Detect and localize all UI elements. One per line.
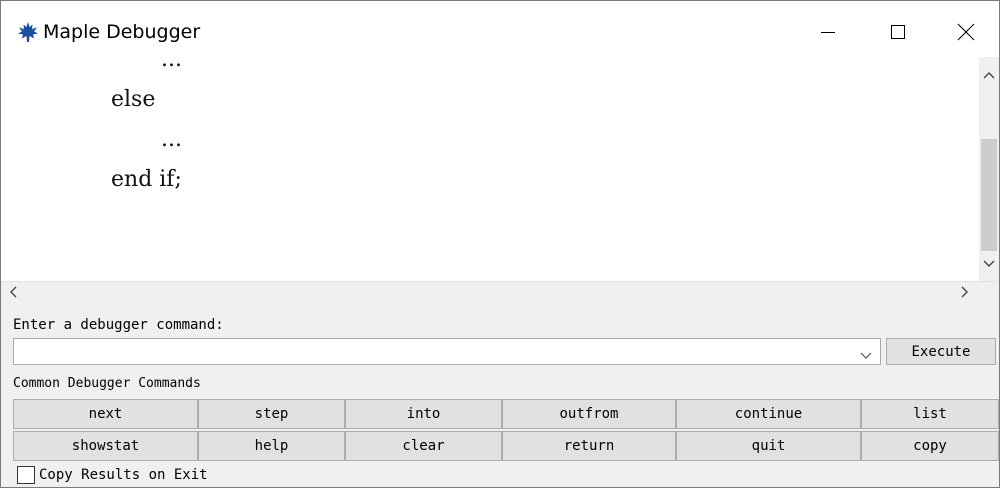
title-bar[interactable]: Maple Debugger — [1, 1, 999, 57]
clear-button[interactable]: clear — [345, 431, 502, 461]
showstat-button[interactable]: showstat — [13, 431, 198, 461]
copy-results-checkbox[interactable] — [17, 466, 35, 484]
scroll-up-icon[interactable] — [981, 67, 997, 83]
window-title: Maple Debugger — [43, 21, 201, 43]
scroll-left-icon[interactable] — [5, 284, 21, 300]
command-prompt-label: Enter a debugger command: — [13, 317, 224, 333]
quit-button[interactable]: quit — [676, 431, 861, 461]
copy-results-option[interactable]: Copy Results on Exit — [17, 466, 208, 484]
source-line: ... — [161, 57, 182, 72]
vertical-scrollbar[interactable] — [979, 57, 999, 281]
vertical-scroll-thumb[interactable] — [981, 139, 997, 251]
maple-leaf-icon — [17, 21, 39, 43]
common-commands-grid: next step into outfrom continue list sho… — [13, 399, 999, 461]
copy-results-label[interactable]: Copy Results on Exit — [39, 467, 208, 483]
source-line: end if; — [111, 167, 182, 192]
common-commands-heading: Common Debugger Commands — [13, 376, 201, 391]
copy-button[interactable]: copy — [861, 431, 999, 461]
maple-debugger-window: Maple Debugger ... else ... end if; Ente… — [0, 0, 1000, 488]
minimize-button[interactable] — [795, 7, 861, 57]
close-icon — [957, 23, 975, 41]
maximize-icon — [890, 24, 906, 40]
source-view[interactable]: ... else ... end if; — [1, 57, 979, 281]
step-button[interactable]: step — [198, 399, 345, 429]
execute-button[interactable]: Execute — [886, 338, 996, 365]
continue-button[interactable]: continue — [676, 399, 861, 429]
minimize-icon — [820, 24, 836, 40]
into-button[interactable]: into — [345, 399, 502, 429]
next-button[interactable]: next — [13, 399, 198, 429]
scroll-right-icon[interactable] — [957, 284, 973, 300]
close-button[interactable] — [933, 7, 999, 57]
scroll-down-icon[interactable] — [981, 256, 997, 272]
debugger-command-input[interactable] — [13, 338, 881, 365]
horizontal-scrollbar[interactable] — [1, 281, 999, 302]
chevron-down-icon[interactable] — [860, 347, 872, 365]
return-button[interactable]: return — [502, 431, 676, 461]
maximize-button[interactable] — [865, 7, 931, 57]
help-button[interactable]: help — [198, 431, 345, 461]
source-line: else — [111, 87, 156, 112]
list-button[interactable]: list — [861, 399, 999, 429]
outfrom-button[interactable]: outfrom — [502, 399, 676, 429]
source-line: ... — [161, 127, 182, 152]
